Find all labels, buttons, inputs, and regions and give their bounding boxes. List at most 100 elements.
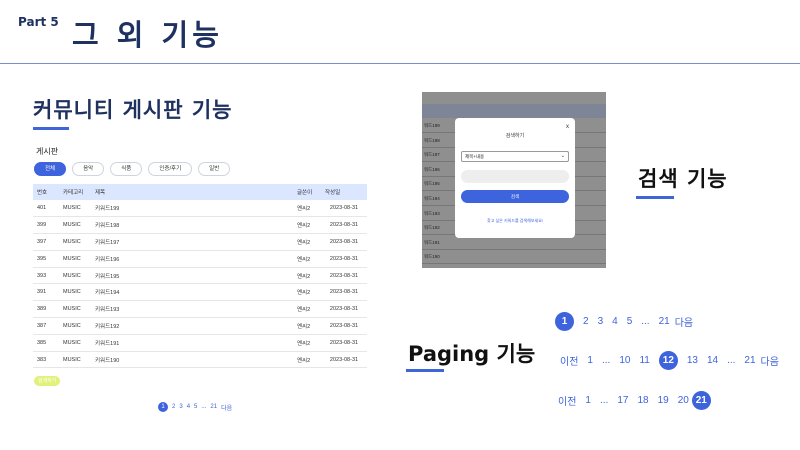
column-header: 카테고리 [59, 184, 91, 200]
page-link[interactable]: 5 [194, 404, 197, 410]
page-link[interactable]: 17 [617, 395, 628, 406]
page-link[interactable]: 1 [585, 395, 591, 406]
table-row[interactable]: 391 MUSIC 키워드194 옌씨2 2023-08-31 [33, 283, 367, 302]
page-link[interactable]: 20 [678, 395, 689, 406]
shot-row-label: 워드194 [424, 196, 440, 201]
page-link[interactable]: 19 [658, 395, 669, 406]
table-row[interactable]: 399 MUSIC 키워드198 옌씨2 2023-08-31 [33, 216, 367, 235]
table-cell: MUSIC [59, 283, 91, 302]
paging-row-3: 이전 1 ... 17 18 19 20 21 [558, 391, 711, 410]
page-current[interactable]: 12 [658, 351, 678, 370]
page-link[interactable]: 13 [687, 355, 698, 366]
page-link[interactable]: 1 [587, 355, 593, 366]
table-cell: MUSIC [59, 317, 91, 335]
table-cell: 키워드192 [91, 317, 293, 335]
shot-row-label: 워드191 [424, 239, 440, 245]
table-cell: 키워드197 [91, 233, 293, 251]
page-current[interactable]: 1 [158, 402, 168, 412]
page-link[interactable]: 21 [744, 355, 755, 366]
board-pager: 1 2 3 4 5 ... 21 다음 [158, 402, 232, 412]
table-cell: 385 [33, 334, 59, 352]
page-next[interactable]: 다음 [761, 353, 779, 368]
column-header: 작성일 [321, 184, 367, 200]
page-link[interactable]: 3 [179, 404, 182, 410]
page-link[interactable]: 5 [627, 316, 633, 327]
page-link[interactable]: 10 [619, 355, 630, 366]
table-header-row: 번호 카테고리 제목 글쓴이 작성일 [33, 184, 367, 200]
category-tab[interactable]: 식품 [110, 162, 143, 176]
table-cell: 383 [33, 351, 59, 369]
shot-row-divider [422, 263, 606, 265]
table-row[interactable]: 387 MUSIC 키워드192 옌씨2 2023-08-31 [33, 317, 367, 335]
category-tab[interactable]: 일반 [198, 162, 231, 176]
category-tab[interactable]: 음악 [72, 162, 105, 176]
table-cell: 옌씨2 [293, 283, 321, 302]
table-cell: 2023-08-31 [321, 317, 367, 335]
page-link[interactable]: 4 [187, 404, 190, 410]
page-next[interactable]: 다음 [675, 314, 693, 329]
table-row[interactable]: 389 MUSIC 키워드193 옌씨2 2023-08-31 [33, 300, 367, 319]
page-link[interactable]: 21 [210, 404, 217, 410]
table-cell: 키워드191 [91, 334, 293, 352]
page-link[interactable]: 11 [639, 355, 649, 366]
search-section-title: 검색 기능 [638, 167, 728, 191]
table-row[interactable]: 383 MUSIC 키워드190 옌씨2 2023-08-31 [33, 351, 367, 369]
table-cell: 401 [33, 200, 59, 218]
table-cell: 키워드194 [91, 283, 293, 302]
page-link[interactable]: 18 [637, 395, 648, 406]
page-link[interactable]: 4 [612, 316, 618, 327]
table-cell: 옌씨2 [293, 233, 321, 251]
page-ellipsis: ... [727, 355, 736, 366]
category-tab[interactable]: 전체 [34, 162, 67, 176]
table-cell: 옌씨2 [293, 317, 321, 335]
table-row[interactable]: 395 MUSIC 키워드196 옌씨2 2023-08-31 [33, 250, 367, 268]
shot-row-label: 워드195 [424, 181, 440, 187]
table-row[interactable]: 385 MUSIC 키워드191 옌씨2 2023-08-31 [33, 334, 367, 352]
community-section-title: 커뮤니티 게시판 기능 [33, 98, 233, 122]
table-row[interactable]: 401 MUSIC 키워드199 옌씨2 2023-08-31 [33, 200, 367, 218]
board-table: 번호 카테고리 제목 글쓴이 작성일 401 MUSIC 키워드199 옌씨2 2023… [33, 184, 367, 369]
shot-row-label: 워드190 [424, 254, 440, 260]
table-cell: 옌씨2 [293, 267, 321, 285]
chevron-down-icon: ⌄ [560, 153, 565, 159]
page-next[interactable]: 다음 [221, 403, 232, 412]
modal-title: 검색하기 [505, 133, 525, 139]
table-cell: 키워드196 [91, 250, 293, 268]
page-prev[interactable]: 이전 [558, 393, 576, 408]
page-prev[interactable]: 이전 [560, 353, 578, 368]
table-cell: MUSIC [59, 300, 91, 319]
paging-row-2: 이전 1 ... 10 11 12 13 14 ... 21 다음 [560, 351, 779, 370]
table-cell: 395 [33, 250, 59, 268]
shot-row-label: 워드193 [424, 210, 440, 216]
search-input[interactable] [461, 170, 569, 183]
search-modal: x 검색하기 제목+내용 ⌄ 검색 찾고 싶은 키워드를 검색해보세요! [455, 118, 575, 238]
shot-row-label: 워드199 [424, 123, 440, 128]
page-current[interactable]: 21 [691, 391, 711, 410]
table-row[interactable]: 393 MUSIC 키워드195 옌씨2 2023-08-31 [33, 267, 367, 285]
page-link[interactable]: 14 [707, 355, 718, 366]
table-row[interactable]: 397 MUSIC 키워드197 옌씨2 2023-08-31 [33, 233, 367, 251]
search-hint: 찾고 싶은 키워드를 검색해보세요! [487, 218, 543, 223]
header-divider [0, 63, 800, 64]
table-cell: 2023-08-31 [321, 267, 367, 285]
page-link[interactable]: 21 [659, 316, 670, 327]
table-cell: 2023-08-31 [321, 233, 367, 251]
page-current[interactable]: 1 [555, 312, 574, 331]
paging-section-title: Paging 기능 [408, 342, 536, 366]
shot-row-label: 워드192 [424, 225, 440, 231]
table-cell: 397 [33, 233, 59, 251]
table-cell: MUSIC [59, 200, 91, 218]
page-link[interactable]: 3 [598, 316, 604, 327]
page-link[interactable]: 2 [583, 316, 589, 327]
page-ellipsis: ... [201, 404, 207, 410]
search-type-select[interactable]: 제목+내용 ⌄ [461, 151, 569, 162]
paging-row-1: 1 2 3 4 5 ... 21 다음 [555, 312, 693, 331]
close-icon[interactable]: x [566, 124, 569, 130]
table-cell: 2023-08-31 [321, 351, 367, 369]
page-link[interactable]: 2 [172, 404, 175, 410]
search-submit-button[interactable]: 검색 [461, 190, 569, 203]
category-tab[interactable]: 인증/후기 [148, 162, 193, 176]
table-cell: 옌씨2 [293, 250, 321, 268]
page-ellipsis: ... [601, 355, 611, 366]
search-button[interactable]: 검색하기 [34, 376, 61, 386]
